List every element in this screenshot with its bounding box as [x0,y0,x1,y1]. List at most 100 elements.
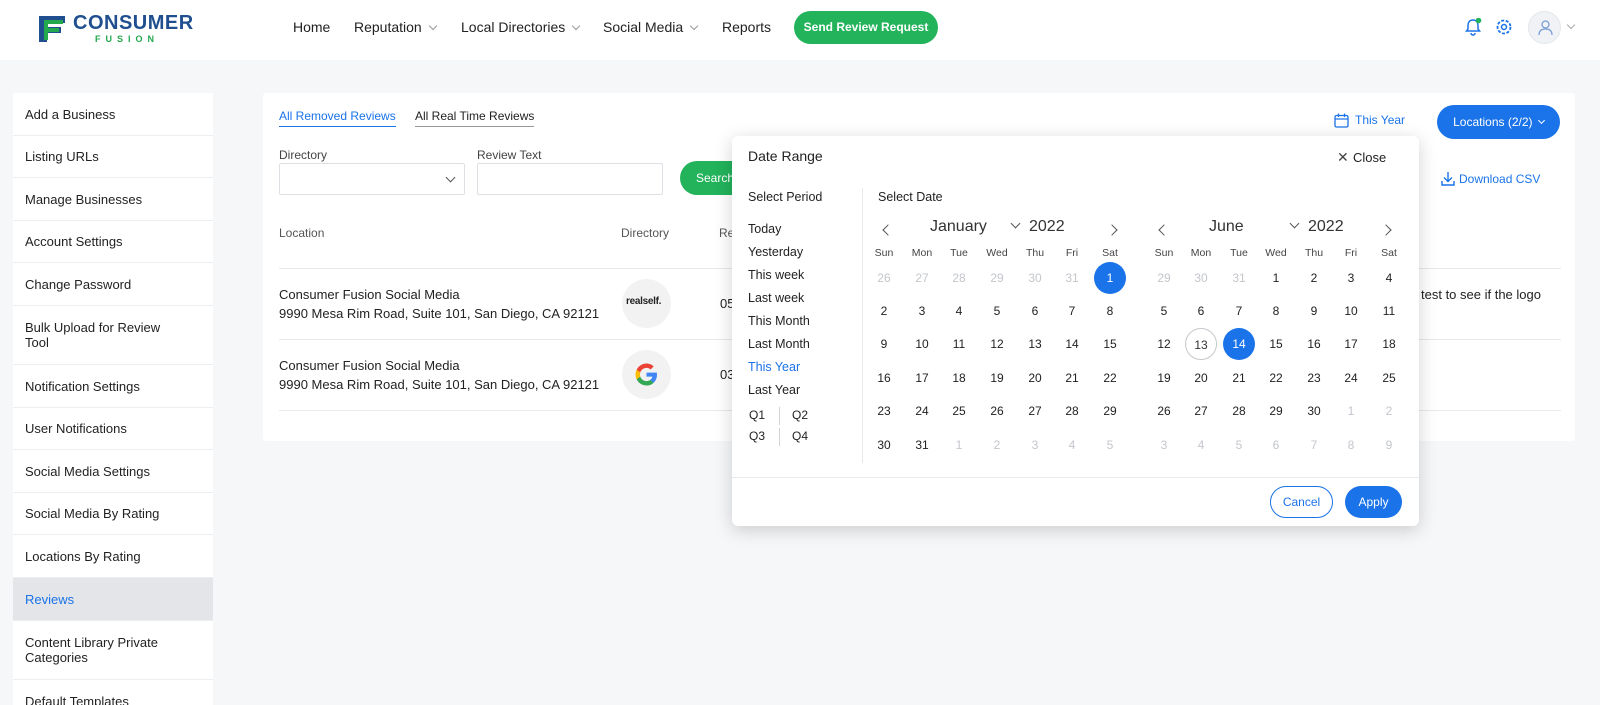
calendar-day[interactable]: 5 [981,295,1013,327]
calendar-day[interactable]: 2 [981,429,1013,461]
calendar-day[interactable]: 3 [1148,429,1180,461]
calendar-month-select[interactable]: January [930,218,987,236]
calendar-day[interactable]: 27 [1185,395,1217,427]
calendar-day[interactable]: 7 [1298,429,1330,461]
gear-icon[interactable] [1494,17,1514,37]
quarter-q4[interactable]: Q4 [792,429,808,443]
calendar-day[interactable]: 30 [1019,262,1051,294]
sidebar-item-social-media-settings[interactable]: Social Media Settings [13,450,213,493]
period-last-year[interactable]: Last Year [748,383,800,397]
sidebar-item-account-settings[interactable]: Account Settings [13,221,213,263]
period-today[interactable]: Today [748,222,781,236]
calendar-day[interactable]: 29 [1094,395,1126,427]
period-yesterday[interactable]: Yesterday [748,245,803,259]
bell-icon[interactable] [1463,17,1483,37]
calendar-day[interactable]: 24 [1335,362,1367,394]
calendar-day[interactable]: 11 [1373,295,1405,327]
calendar-day[interactable]: 4 [1185,429,1217,461]
calendar-day[interactable]: 17 [1335,328,1367,360]
calendar-day[interactable]: 10 [906,328,938,360]
calendar-day[interactable]: 29 [981,262,1013,294]
nav-local-directories[interactable]: Local Directories [461,19,581,35]
sidebar-item-locations-by-rating[interactable]: Locations By Rating [13,535,213,578]
quarter-q3[interactable]: Q3 [749,429,765,443]
calendar-day[interactable]: 23 [868,395,900,427]
calendar-day[interactable]: 13 [1185,328,1217,360]
calendar-day-selected[interactable]: 1 [1094,262,1126,294]
calendar-day[interactable]: 5 [1148,295,1180,327]
calendar-day[interactable]: 3 [1019,429,1051,461]
calendar-day[interactable]: 4 [1373,262,1405,294]
calendar-day[interactable]: 15 [1094,328,1126,360]
calendar-day[interactable]: 6 [1185,295,1217,327]
sidebar-item-default-templates[interactable]: Default Templates [13,680,213,705]
calendar-year-select[interactable]: 2022 [1308,218,1344,236]
calendar-day[interactable]: 8 [1335,429,1367,461]
calendar-day[interactable]: 5 [1223,429,1255,461]
download-csv-link[interactable]: Download CSV [1459,172,1540,186]
period-this-month[interactable]: This Month [748,314,810,328]
calendar-day[interactable]: 27 [1019,395,1051,427]
chevron-down-icon[interactable] [1289,218,1300,229]
calendar-day[interactable]: 24 [906,395,938,427]
calendar-day[interactable]: 23 [1298,362,1330,394]
calendar-day[interactable]: 7 [1056,295,1088,327]
chevron-down-icon[interactable] [1566,20,1576,30]
calendar-day[interactable]: 5 [1094,429,1126,461]
directory-select[interactable] [279,163,465,195]
calendar-day[interactable]: 21 [1223,362,1255,394]
calendar-day[interactable]: 31 [1056,262,1088,294]
nav-reputation[interactable]: Reputation [354,19,437,35]
calendar-day[interactable]: 1 [1335,395,1367,427]
nav-home[interactable]: Home [293,19,330,35]
calendar-day[interactable]: 4 [1056,429,1088,461]
calendar-day[interactable]: 26 [868,262,900,294]
send-review-request-button[interactable]: Send Review Request [794,11,938,44]
calendar-day[interactable]: 6 [1019,295,1051,327]
calendar-day[interactable]: 29 [1148,262,1180,294]
calendar-icon[interactable] [1334,113,1349,128]
calendar-day[interactable]: 3 [906,295,938,327]
calendar-day[interactable]: 2 [1373,395,1405,427]
calendar-day[interactable]: 21 [1056,362,1088,394]
date-filter-button[interactable]: This Year [1355,113,1405,127]
calendar-day-selected[interactable]: 14 [1223,328,1255,360]
calendar-day[interactable]: 4 [943,295,975,327]
calendar-day[interactable]: 1 [1260,262,1292,294]
calendar-day[interactable]: 19 [981,362,1013,394]
chevron-down-icon[interactable] [1010,218,1021,229]
sidebar-item-user-notifications[interactable]: User Notifications [13,408,213,450]
calendar-day[interactable]: 2 [868,295,900,327]
calendar-day[interactable]: 25 [943,395,975,427]
sidebar-item-reviews[interactable]: Reviews [13,578,213,621]
consumer-fusion-logo[interactable]: CONSUMER FUSION [35,10,215,44]
calendar-day[interactable]: 14 [1056,328,1088,360]
calendar-day[interactable]: 6 [1260,429,1292,461]
calendar-day[interactable]: 11 [943,328,975,360]
download-icon[interactable] [1441,171,1455,186]
calendar-day[interactable]: 26 [981,395,1013,427]
calendar-day[interactable]: 2 [1298,262,1330,294]
locations-button[interactable]: Locations (2/2) [1437,105,1560,139]
apply-button[interactable]: Apply [1345,486,1402,518]
calendar-day[interactable]: 15 [1260,328,1292,360]
calendar-day[interactable]: 18 [1373,328,1405,360]
calendar-day[interactable]: 7 [1223,295,1255,327]
calendar-day[interactable]: 20 [1185,362,1217,394]
calendar-day[interactable]: 19 [1148,362,1180,394]
period-last-month[interactable]: Last Month [748,337,810,351]
tab-all-real-time-reviews[interactable]: All Real Time Reviews [415,109,535,127]
calendar-day[interactable]: 9 [1298,295,1330,327]
calendar-month-select[interactable]: June [1209,218,1244,236]
sidebar-item-manage-businesses[interactable]: Manage Businesses [13,178,213,221]
calendar-day[interactable]: 13 [1019,328,1051,360]
calendar-next-month-icon[interactable] [1380,224,1392,236]
calendar-year-select[interactable]: 2022 [1029,218,1065,236]
calendar-next-month-icon[interactable] [1106,224,1118,236]
period-this-week[interactable]: This week [748,268,804,282]
calendar-day[interactable]: 17 [906,362,938,394]
review-text-input[interactable] [477,163,663,195]
nav-social-media[interactable]: Social Media [603,19,699,35]
cancel-button[interactable]: Cancel [1270,486,1333,518]
calendar-day[interactable]: 9 [1373,429,1405,461]
